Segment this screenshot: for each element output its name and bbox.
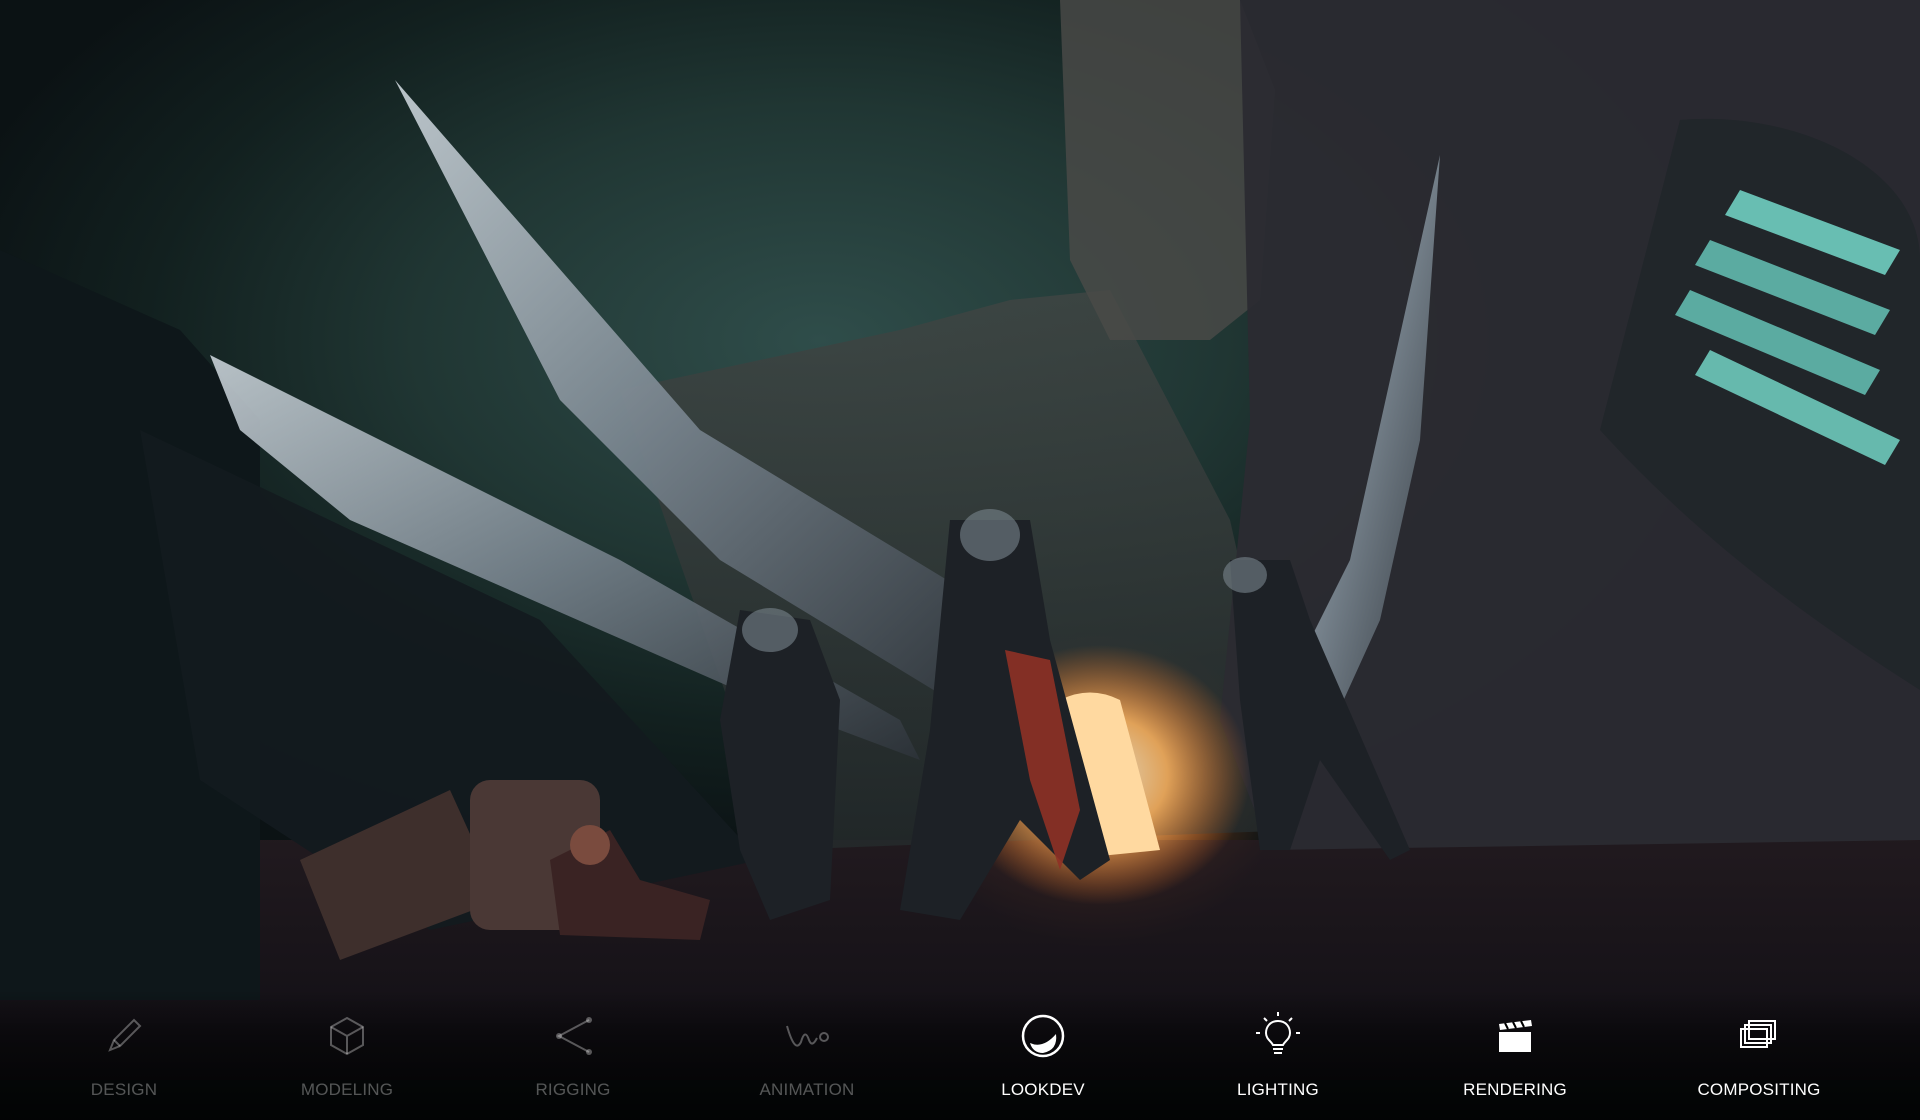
- scene-viewport: DESIGN MODELING RIGGING ANIMATION LOOKDE…: [0, 0, 1920, 1120]
- dock-label-lighting: LIGHTING: [1237, 1080, 1319, 1099]
- dock-label-modeling: MODELING: [300, 1080, 394, 1099]
- dock-item-compositing[interactable]: COMPOSITING: [1659, 1000, 1859, 1120]
- dock-label-lookdev: LOOKDEV: [1001, 1080, 1085, 1099]
- dock-item-rendering[interactable]: RENDERING: [1415, 1000, 1615, 1120]
- pipeline-dock: DESIGN MODELING RIGGING ANIMATION LOOKDE…: [0, 990, 1920, 1120]
- dock-item-modeling[interactable]: MODELING: [247, 1000, 447, 1120]
- dock-label-rigging: RIGGING: [535, 1080, 611, 1099]
- dock-item-lookdev[interactable]: LOOKDEV: [943, 1000, 1143, 1120]
- lightbulb-icon: [1256, 1012, 1300, 1054]
- dock-label-animation: ANIMATION: [759, 1080, 855, 1099]
- dock-label-compositing: COMPOSITING: [1697, 1080, 1821, 1099]
- pencil-icon: [108, 1018, 142, 1052]
- rig-joint-icon: [556, 1017, 592, 1055]
- dock-item-animation[interactable]: ANIMATION: [707, 1000, 907, 1120]
- dock-label-design: DESIGN: [90, 1080, 158, 1099]
- clapperboard-icon: [1499, 1020, 1532, 1052]
- shaded-sphere-icon: [1021, 1014, 1065, 1058]
- stacked-layers-icon: [1740, 1020, 1776, 1048]
- dock-item-rigging[interactable]: RIGGING: [473, 1000, 673, 1120]
- scene-illustration: [0, 0, 1920, 1000]
- dock-item-lighting[interactable]: LIGHTING: [1178, 1000, 1378, 1120]
- cube-icon: [330, 1016, 364, 1056]
- dock-item-design[interactable]: DESIGN: [24, 1000, 224, 1120]
- motion-path-icon: [786, 1025, 829, 1047]
- character-head: [570, 825, 610, 865]
- dock-label-rendering: RENDERING: [1463, 1080, 1567, 1099]
